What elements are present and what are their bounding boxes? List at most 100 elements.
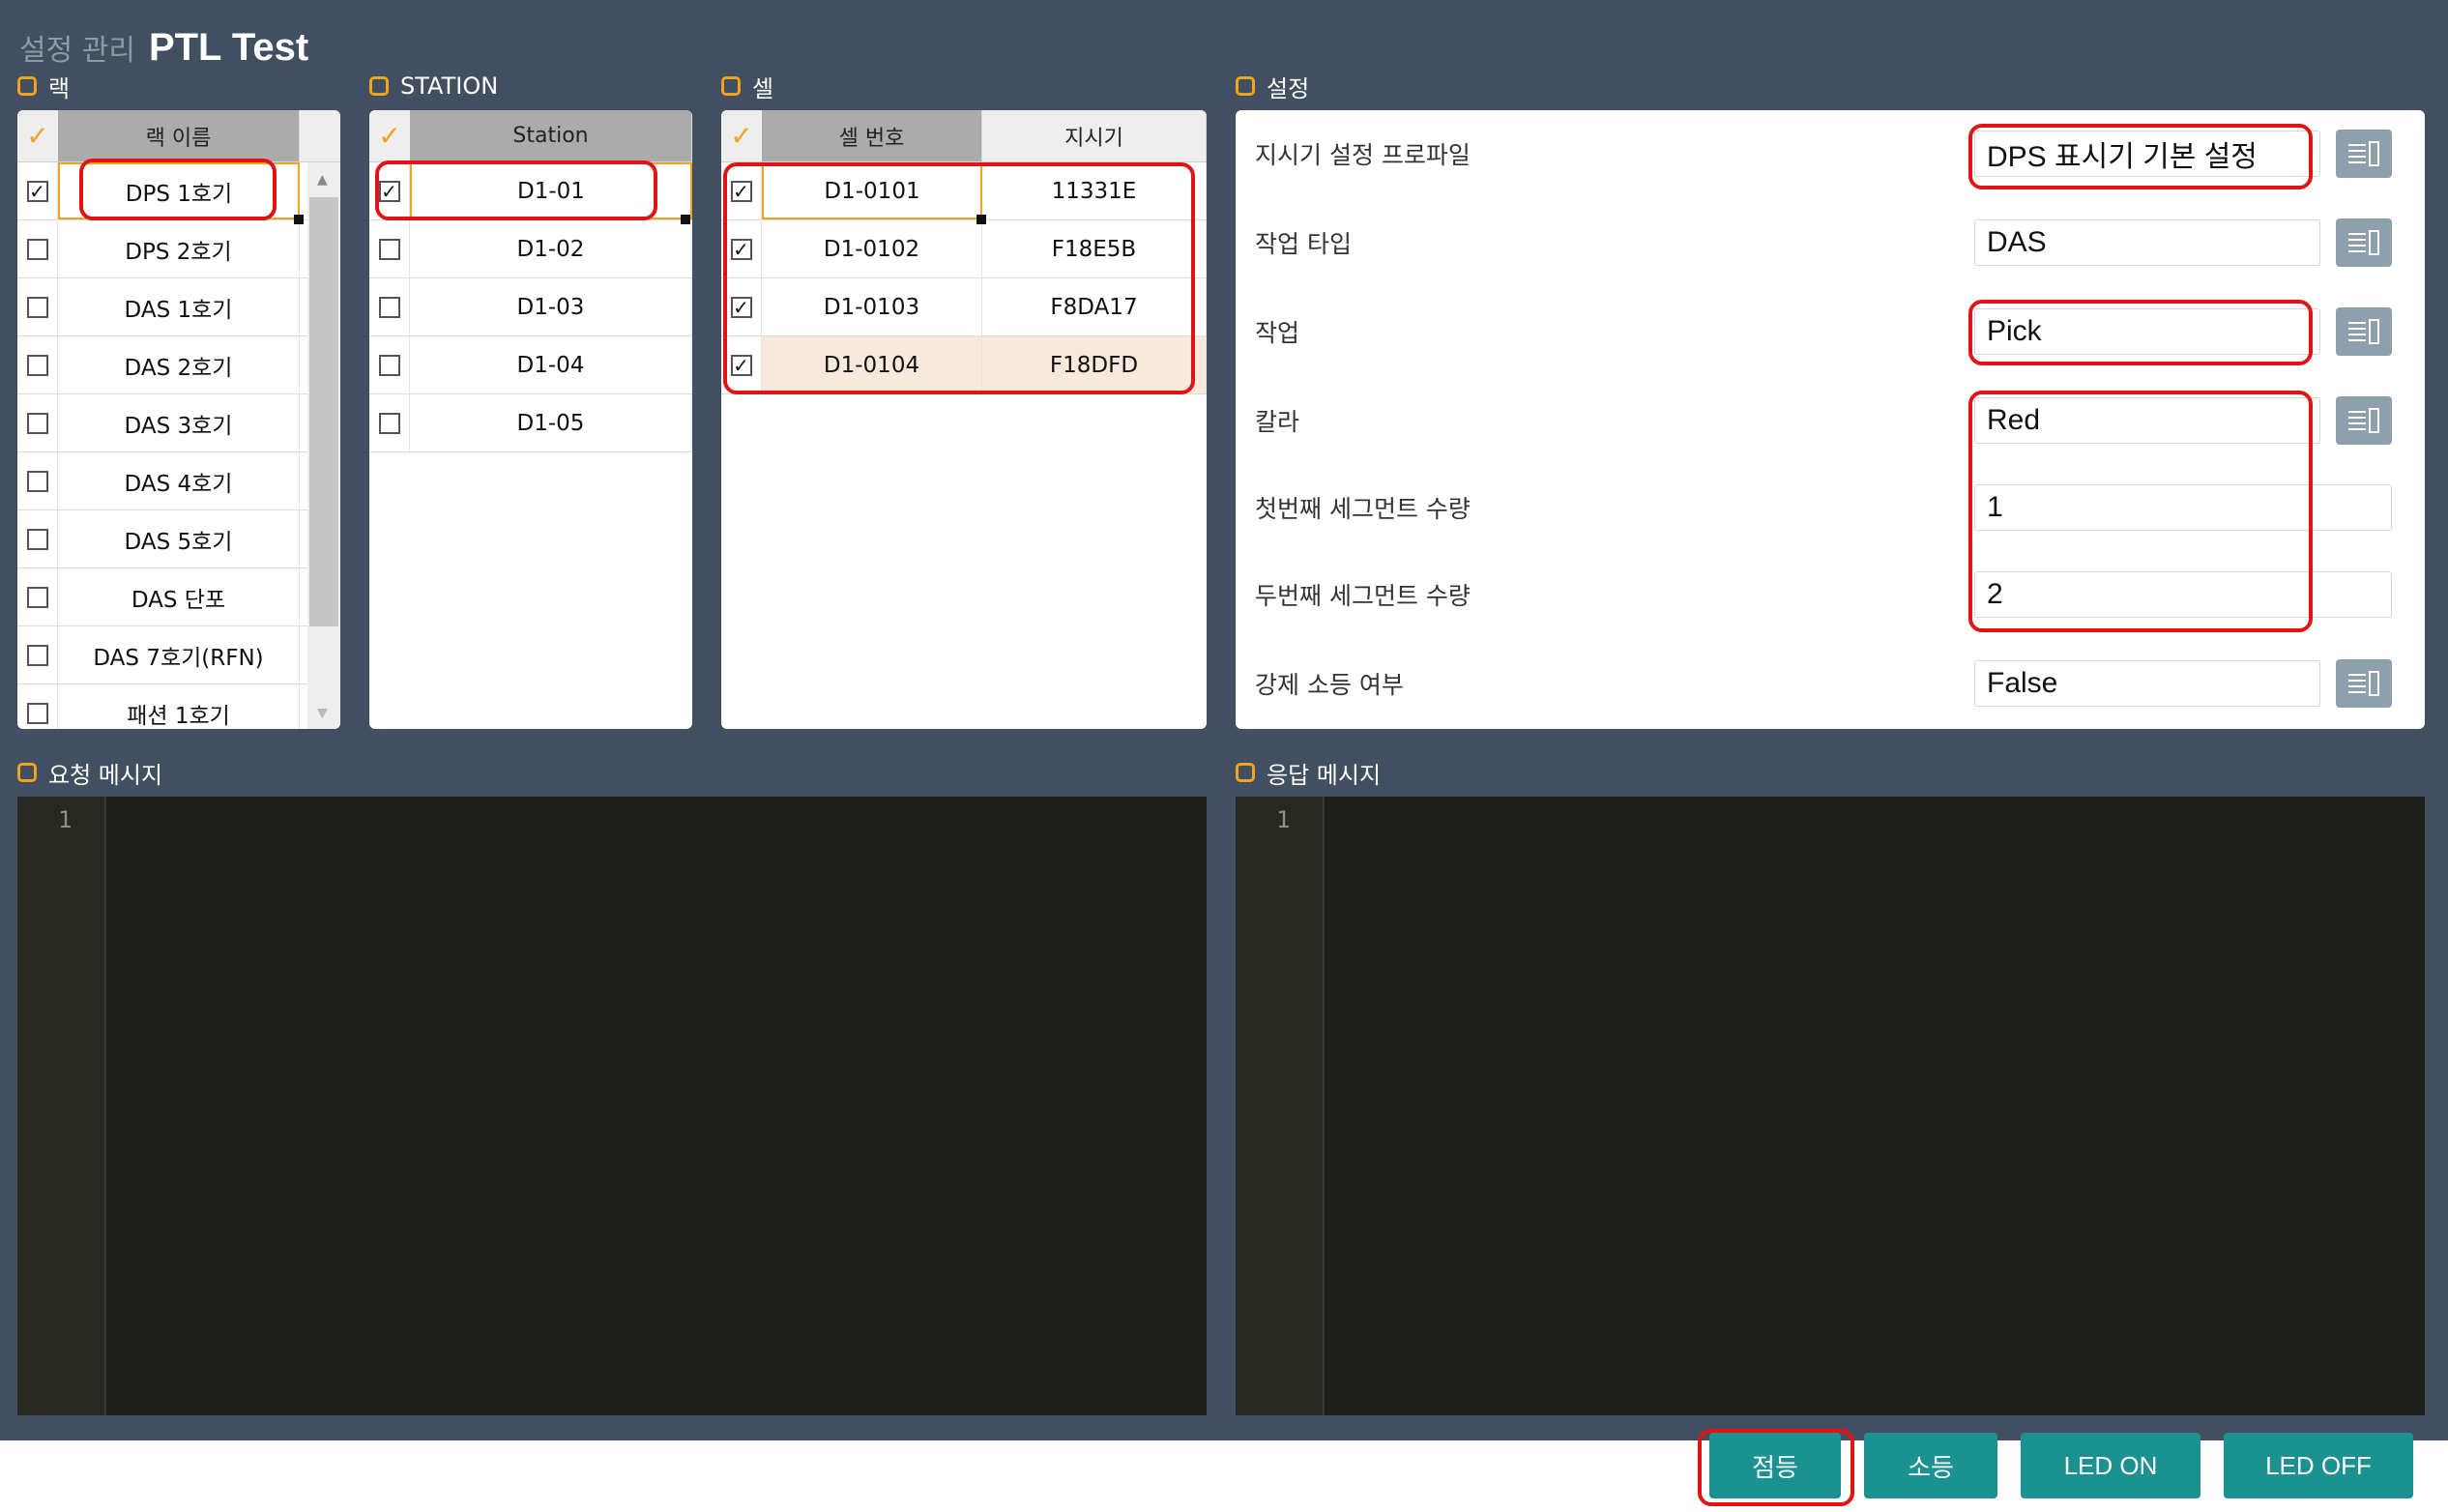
- rack-name-cell[interactable]: DAS 3호기: [58, 394, 300, 451]
- row-checkbox[interactable]: [26, 354, 48, 376]
- setting-value-field[interactable]: 2: [1974, 571, 2392, 618]
- table-row[interactable]: DPS 2호기: [17, 220, 307, 278]
- table-row[interactable]: ✓ D1-01: [369, 162, 692, 220]
- cell-number-cell[interactable]: D1-0102: [762, 220, 982, 277]
- checkbox-cell[interactable]: ✓: [721, 336, 762, 393]
- checkbox-cell[interactable]: [369, 278, 410, 335]
- column-header-station[interactable]: Station: [410, 110, 692, 161]
- indicator-cell[interactable]: F8DA17: [982, 278, 1207, 335]
- checkbox-cell[interactable]: [17, 336, 58, 393]
- checkbox-cell[interactable]: [369, 220, 410, 277]
- table-row[interactable]: DAS 5호기: [17, 510, 307, 568]
- rack-name-cell[interactable]: DAS 4호기: [58, 452, 300, 509]
- setting-value-field[interactable]: Pick: [1974, 308, 2320, 355]
- table-row[interactable]: ✓ D1-0102 F18E5B: [721, 220, 1207, 278]
- checkbox-cell[interactable]: [17, 278, 58, 335]
- light-off-button[interactable]: 소등: [1864, 1433, 1997, 1498]
- setting-list-button[interactable]: [2336, 307, 2392, 356]
- table-row[interactable]: ✓ D1-0101 11331E: [721, 162, 1207, 220]
- table-row[interactable]: ✓ DPS 1호기: [17, 162, 307, 220]
- checkbox-cell[interactable]: [369, 394, 410, 451]
- scroll-thumb[interactable]: [309, 197, 338, 626]
- led-on-button[interactable]: LED ON: [2021, 1433, 2200, 1498]
- table-row[interactable]: ✓ D1-0104 F18DFD: [721, 336, 1207, 394]
- checkbox-cell[interactable]: ✓: [721, 278, 762, 335]
- checkbox-cell[interactable]: ✓: [721, 220, 762, 277]
- table-row[interactable]: DAS 3호기: [17, 394, 307, 452]
- checkbox-cell[interactable]: [17, 510, 58, 567]
- row-checkbox[interactable]: [26, 702, 48, 724]
- row-checkbox[interactable]: ✓: [26, 180, 48, 202]
- checkbox-cell[interactable]: [17, 220, 58, 277]
- rack-name-cell[interactable]: DPS 2호기: [58, 220, 300, 277]
- table-row[interactable]: 패션 1호기: [17, 684, 307, 729]
- select-all-checkbox[interactable]: ✓: [721, 110, 762, 161]
- setting-value-field[interactable]: DAS: [1974, 219, 2320, 266]
- rack-name-cell[interactable]: DAS 2호기: [58, 336, 300, 393]
- table-row[interactable]: ✓ D1-0103 F8DA17: [721, 278, 1207, 336]
- light-on-button[interactable]: 점등: [1709, 1433, 1841, 1498]
- checkbox-cell[interactable]: [17, 684, 58, 729]
- setting-value-field[interactable]: DPS 표시기 기본 설정: [1974, 131, 2320, 177]
- resize-handle[interactable]: [294, 215, 304, 224]
- row-checkbox[interactable]: [378, 354, 400, 376]
- scroll-up-icon[interactable]: ▲: [317, 172, 328, 188]
- column-header-indicator[interactable]: 지시기: [982, 110, 1207, 161]
- table-row[interactable]: DAS 7호기(RFN): [17, 626, 307, 684]
- checkbox-cell[interactable]: [17, 394, 58, 451]
- rack-name-cell[interactable]: DAS 1호기: [58, 278, 300, 335]
- row-checkbox[interactable]: [378, 238, 400, 260]
- row-checkbox[interactable]: [378, 296, 400, 318]
- checkbox-cell[interactable]: [17, 452, 58, 509]
- cell-number-cell[interactable]: D1-0103: [762, 278, 982, 335]
- select-all-checkbox[interactable]: ✓: [17, 110, 58, 161]
- checkbox-cell[interactable]: ✓: [17, 162, 58, 219]
- table-row[interactable]: DAS 2호기: [17, 336, 307, 394]
- setting-value-field[interactable]: 1: [1974, 484, 2392, 531]
- row-checkbox[interactable]: [26, 644, 48, 666]
- rack-name-cell[interactable]: DPS 1호기: [58, 162, 300, 219]
- cell-number-cell[interactable]: D1-0101: [762, 162, 982, 219]
- table-row[interactable]: D1-04: [369, 336, 692, 394]
- column-header-cell-number[interactable]: 셀 번호: [762, 110, 982, 161]
- row-checkbox[interactable]: ✓: [378, 180, 400, 202]
- row-checkbox[interactable]: ✓: [730, 238, 752, 260]
- table-row[interactable]: DAS 단포: [17, 568, 307, 626]
- station-name-cell[interactable]: D1-03: [410, 278, 692, 335]
- table-row[interactable]: D1-02: [369, 220, 692, 278]
- checkbox-cell[interactable]: ✓: [369, 162, 410, 219]
- station-name-cell[interactable]: D1-02: [410, 220, 692, 277]
- scroll-down-icon[interactable]: ▼: [317, 706, 328, 721]
- row-checkbox[interactable]: ✓: [730, 296, 752, 318]
- setting-list-button[interactable]: [2336, 218, 2392, 267]
- table-row[interactable]: DAS 1호기: [17, 278, 307, 336]
- checkbox-cell[interactable]: [17, 626, 58, 683]
- table-row[interactable]: D1-05: [369, 394, 692, 452]
- cell-number-cell[interactable]: D1-0104: [762, 336, 982, 393]
- row-checkbox[interactable]: [26, 528, 48, 550]
- row-checkbox[interactable]: [26, 470, 48, 492]
- setting-value-field[interactable]: False: [1974, 660, 2320, 707]
- setting-list-button[interactable]: [2336, 659, 2392, 708]
- rack-name-cell[interactable]: DAS 단포: [58, 568, 300, 625]
- rack-scrollbar[interactable]: ▲ ▼: [307, 162, 340, 729]
- request-message-editor[interactable]: 1: [17, 797, 1207, 1415]
- row-checkbox[interactable]: [26, 586, 48, 608]
- column-header-rack-name[interactable]: 랙 이름: [58, 110, 300, 161]
- rack-name-cell[interactable]: 패션 1호기: [58, 684, 300, 729]
- rack-name-cell[interactable]: DAS 5호기: [58, 510, 300, 567]
- rack-name-cell[interactable]: DAS 7호기(RFN): [58, 626, 300, 683]
- row-checkbox[interactable]: ✓: [730, 354, 752, 376]
- resize-handle[interactable]: [681, 215, 690, 224]
- indicator-cell[interactable]: 11331E: [982, 162, 1207, 219]
- indicator-cell[interactable]: F18E5B: [982, 220, 1207, 277]
- station-name-cell[interactable]: D1-05: [410, 394, 692, 451]
- row-checkbox[interactable]: ✓: [730, 180, 752, 202]
- resize-handle[interactable]: [976, 215, 986, 224]
- row-checkbox[interactable]: [26, 296, 48, 318]
- table-row[interactable]: DAS 4호기: [17, 452, 307, 510]
- table-row[interactable]: D1-03: [369, 278, 692, 336]
- checkbox-cell[interactable]: [17, 568, 58, 625]
- response-message-editor[interactable]: 1: [1236, 797, 2425, 1415]
- checkbox-cell[interactable]: ✓: [721, 162, 762, 219]
